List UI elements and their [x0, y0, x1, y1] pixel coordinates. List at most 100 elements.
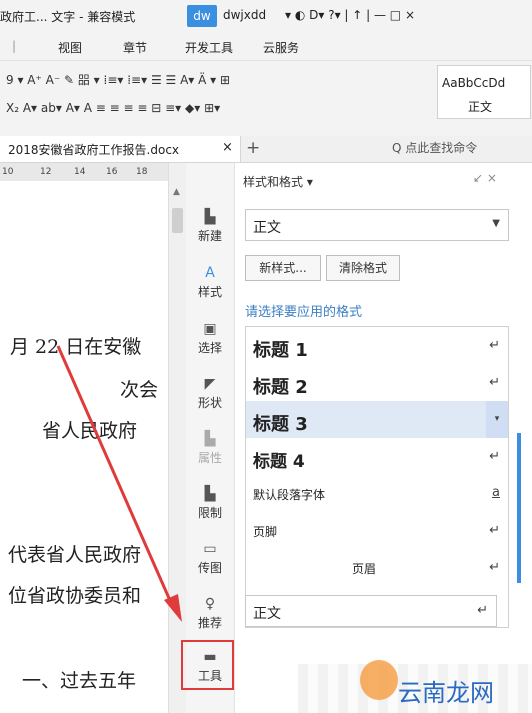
doc-line: 一、过去五年: [22, 670, 137, 692]
menu-view[interactable]: 视图: [58, 39, 82, 56]
style-item-heading-4[interactable]: 标题 4 ↵: [246, 438, 508, 475]
ruler-tick: 16: [106, 167, 118, 177]
current-style-value: 正文: [253, 220, 281, 236]
style-name: 正文: [253, 606, 281, 622]
menu-developer-tools[interactable]: 开发工具: [185, 39, 233, 56]
recommend-icon: ♀: [204, 596, 216, 612]
clear-format-button[interactable]: 清除格式: [326, 255, 400, 281]
side-new-button[interactable]: ▙ 新建: [186, 203, 234, 259]
document-scrollbar[interactable]: ▲: [168, 163, 187, 713]
paragraph-mark-icon: ↵: [477, 603, 488, 618]
close-tab-icon[interactable]: ×: [222, 140, 233, 155]
side-style-label: 样式: [197, 285, 222, 299]
select-icon: ▣: [203, 321, 217, 337]
style-name: 标题 4: [253, 452, 305, 472]
apply-format-label: 请选择要应用的格式: [245, 305, 363, 320]
title-bar: 政府工... 文字 - 兼容模式 dw dwjxdd ▾ ◐ D▾ ?▾ | ↑…: [0, 0, 532, 32]
style-item-body-text[interactable]: 正文 ↵: [245, 595, 497, 627]
tools-highlight-box: [181, 640, 234, 690]
chevron-down-icon: ▼: [492, 218, 500, 229]
doc-line: 月 22 日在安徽: [10, 336, 142, 358]
style-name: 标题 2: [253, 377, 308, 398]
upload-image-icon: ▭: [203, 541, 217, 557]
side-style-button[interactable]: A 样式: [186, 259, 234, 315]
dw-badge[interactable]: dw: [187, 5, 217, 27]
document-tab-bar: 2018安徽省政府工作报告.docx × + Q 点此查找命令: [0, 136, 532, 163]
style-name: 标题 3: [253, 414, 308, 435]
side-properties-label: 属性: [197, 451, 222, 465]
style-item-heading-1[interactable]: 标题 1 ↵: [246, 327, 508, 364]
ruler-tick: 12: [40, 167, 52, 177]
window-controls[interactable]: ▾ ◐ D▾ ?▾ | ↑ | — □ ×: [285, 8, 415, 22]
ruler-tick: 14: [74, 167, 86, 177]
style-name: 默认段落字体: [253, 488, 326, 502]
side-select-label: 选择: [197, 341, 222, 355]
panel-title[interactable]: 样式和格式 ▾: [243, 173, 313, 190]
style-item-heading-2[interactable]: 标题 2 ↵: [246, 364, 508, 401]
side-shape-button[interactable]: ◤ 形状: [186, 370, 234, 426]
style-gallery[interactable]: AaBbCcDd 正文: [437, 65, 531, 119]
style-list: 标题 1 ↵ 标题 2 ↵ 标题 3 ▾ 标题 4 ↵ 默认段落字体 a 页脚 …: [245, 326, 509, 628]
ruler-tick: 18: [136, 167, 148, 177]
properties-icon: ▙: [204, 431, 216, 447]
doc-line: 省人民政府: [42, 420, 138, 442]
panel-controls[interactable]: ↙ ×: [473, 171, 497, 185]
side-upload-image-label: 传图: [197, 561, 222, 575]
site-watermark: 云南龙网: [298, 656, 532, 713]
style-item-footer[interactable]: 页脚 ↵: [246, 512, 508, 549]
side-shape-label: 形状: [197, 396, 222, 410]
style-name: 标题 1: [253, 340, 308, 361]
styles-format-panel: 样式和格式 ▾ ↙ × 正文 ▼ 新样式... 清除格式 请选择要应用的格式 标…: [235, 163, 532, 713]
character-mark-icon: a: [492, 485, 500, 500]
style-item-default-font[interactable]: 默认段落字体 a: [246, 475, 508, 512]
window-title: 政府工... 文字 - 兼容模式: [0, 10, 136, 24]
style-options-icon[interactable]: ▾: [486, 401, 508, 438]
doc-line: 位省政协委员和: [8, 585, 142, 607]
style-item-header[interactable]: 页眉 ↵: [246, 549, 508, 586]
doc-line: 次会: [120, 379, 159, 401]
side-select-button[interactable]: ▣ 选择: [186, 315, 234, 371]
side-properties-button[interactable]: ▙ 属性: [186, 425, 234, 481]
paragraph-mark-icon: ↵: [489, 560, 500, 575]
side-recommend-label: 推荐: [197, 616, 222, 630]
side-upload-image-button[interactable]: ▭ 传图: [186, 535, 234, 591]
panel-scrollbar[interactable]: [517, 433, 521, 583]
restrict-icon: ▙: [204, 486, 216, 502]
side-recommend-button[interactable]: ♀ 推荐: [186, 590, 234, 646]
doc-line: 代表省人民政府: [8, 544, 142, 566]
document-tab[interactable]: 2018安徽省政府工作报告.docx ×: [0, 136, 241, 162]
style-icon: A: [205, 265, 215, 281]
new-document-icon: ▙: [204, 209, 216, 225]
menu-cloud-service[interactable]: 云服务: [263, 39, 299, 56]
menu-section[interactable]: 章节: [123, 39, 147, 56]
format-row-2[interactable]: X₂ A▾ ab▾ A▾ A ≡ ≡ ≡ ≡ ⊟ ≡▾ ◆▾ ⊞▾: [6, 101, 220, 115]
shape-icon: ◤: [204, 376, 216, 392]
style-item-heading-3[interactable]: 标题 3 ▾: [246, 401, 508, 438]
style-preview: AaBbCcDd: [442, 76, 506, 90]
menu-bar: | 视图 章节 开发工具 云服务: [0, 32, 532, 61]
ribbon-toolbar: 9 ▾ A⁺ A⁻ ✎ 㗊 ▾ ⁞≡▾ ⁞≡▾ ☰ ☰ A▾ Ä ▾ ⊞ X₂ …: [0, 61, 532, 137]
paragraph-mark-icon: ↵: [489, 338, 500, 353]
document-canvas[interactable]: 月 22 日在安徽 次会 省人民政府 代表省人民政府 位省政协委员和 一、过去五…: [0, 181, 168, 713]
side-restrict-button[interactable]: ▙ 限制: [186, 480, 234, 536]
scroll-up-icon[interactable]: ▲: [173, 187, 180, 197]
watermark-logo-icon: [360, 660, 398, 700]
ruler-tick: 10: [2, 167, 14, 177]
new-style-button[interactable]: 新样式...: [245, 255, 321, 281]
horizontal-ruler: 10 12 14 16 18: [0, 163, 168, 181]
format-row-1[interactable]: 9 ▾ A⁺ A⁻ ✎ 㗊 ▾ ⁞≡▾ ⁞≡▾ ☰ ☰ A▾ Ä ▾ ⊞: [6, 71, 230, 88]
scroll-thumb[interactable]: [172, 208, 183, 233]
style-name: 页脚: [253, 525, 278, 539]
style-name: 页眉: [352, 562, 377, 576]
command-search[interactable]: Q 点此查找命令: [392, 139, 530, 158]
style-preview-name: 正文: [468, 100, 493, 114]
paragraph-mark-icon: ↵: [489, 449, 500, 464]
menu-partial: |: [12, 39, 17, 53]
user-account[interactable]: dwjxdd: [223, 8, 266, 22]
current-style-dropdown[interactable]: 正文 ▼: [245, 209, 509, 241]
side-restrict-label: 限制: [197, 506, 222, 520]
new-tab-icon[interactable]: +: [246, 138, 260, 158]
paragraph-mark-icon: ↵: [489, 523, 500, 538]
side-tool-strip: ▙ 新建 A 样式 ▣ 选择 ◤ 形状 ▙ 属性 ▙ 限制 ▭ 传图 ♀ 推荐 …: [186, 163, 235, 713]
watermark-text: 云南龙网: [398, 679, 494, 707]
